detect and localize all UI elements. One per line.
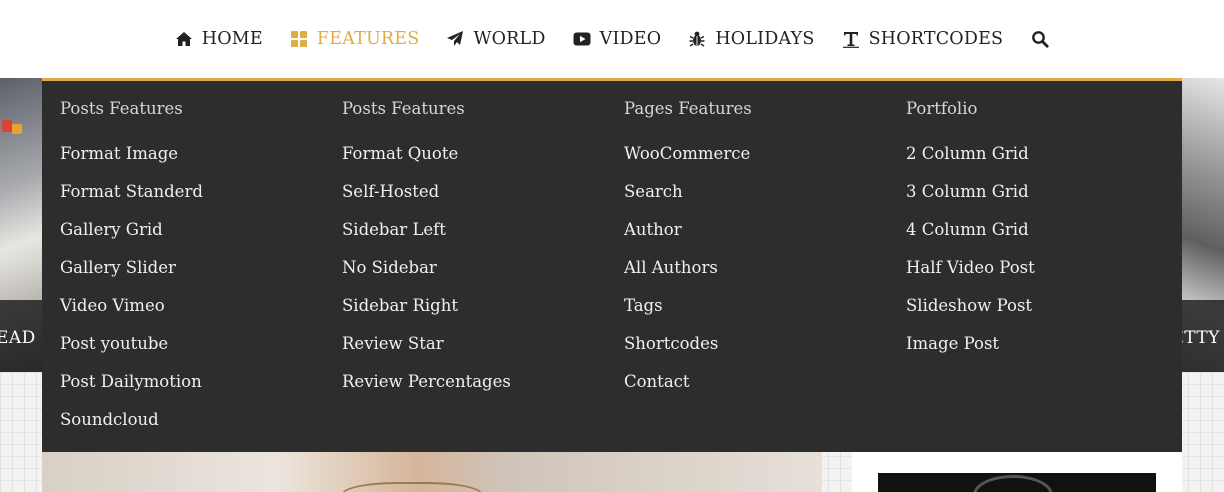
main-navigation: HOME FEATURES WORLD VIDEO HOLIDAYS SHORT…: [0, 0, 1224, 78]
megamenu-link[interactable]: Self-Hosted: [342, 181, 511, 219]
nav-item-home[interactable]: HOME: [175, 29, 263, 49]
nav-item-holidays[interactable]: HOLIDAYS: [688, 29, 814, 49]
megamenu-link[interactable]: Author: [624, 219, 750, 257]
megamenu-link[interactable]: Slideshow Post: [906, 295, 1035, 333]
nav-item-label: SHORTCODES: [868, 29, 1004, 49]
nav-item-video[interactable]: VIDEO: [573, 29, 662, 49]
megamenu-link[interactable]: Sidebar Left: [342, 219, 511, 257]
megamenu-link[interactable]: Post Dailymotion: [60, 371, 203, 409]
megamenu-link[interactable]: 2 Column Grid: [906, 143, 1035, 181]
search-button[interactable]: [1031, 30, 1049, 48]
megamenu-column-title: Posts Features: [60, 99, 183, 118]
sidebar-image[interactable]: [878, 473, 1156, 492]
megamenu-link[interactable]: Format Image: [60, 143, 203, 181]
grid-icon: [290, 30, 308, 48]
megamenu-link[interactable]: Search: [624, 181, 750, 219]
megamenu-link[interactable]: No Sidebar: [342, 257, 511, 295]
megamenu-link[interactable]: Gallery Slider: [60, 257, 203, 295]
megamenu-link[interactable]: WooCommerce: [624, 143, 750, 181]
megamenu-link[interactable]: Review Star: [342, 333, 511, 371]
megamenu-link[interactable]: 3 Column Grid: [906, 181, 1035, 219]
megamenu-link[interactable]: Video Vimeo: [60, 295, 203, 333]
megamenu-link[interactable]: Shortcodes: [624, 333, 750, 371]
nav-item-label: FEATURES: [316, 29, 420, 49]
nav-item-label: HOLIDAYS: [715, 29, 815, 49]
megamenu-link[interactable]: Contact: [624, 371, 750, 409]
nav-item-label: HOME: [201, 29, 263, 49]
paper-plane-icon: [446, 30, 464, 48]
megamenu-link[interactable]: Sidebar Right: [342, 295, 511, 333]
nav-item-shortcodes[interactable]: SHORTCODES: [842, 29, 1004, 49]
megamenu-link[interactable]: Image Post: [906, 333, 1035, 371]
megamenu-column-title: Portfolio: [906, 99, 978, 118]
post-featured-image[interactable]: [42, 452, 822, 492]
nav-item-features[interactable]: FEATURES: [290, 29, 420, 49]
text-t-icon: [842, 30, 860, 48]
megamenu-link[interactable]: 4 Column Grid: [906, 219, 1035, 257]
megamenu-link-list: 2 Column Grid 3 Column Grid 4 Column Gri…: [906, 143, 1035, 371]
nav-item-label: WORLD: [473, 29, 546, 49]
nav-list: HOME FEATURES WORLD VIDEO HOLIDAYS SHORT…: [175, 29, 1049, 49]
megamenu-link-list: Format Image Format Standerd Gallery Gri…: [60, 143, 203, 447]
megamenu-link[interactable]: Post youtube: [60, 333, 203, 371]
megamenu-link[interactable]: Format Standerd: [60, 181, 203, 219]
megamenu-link[interactable]: Soundcloud: [60, 409, 203, 447]
megamenu-link[interactable]: Tags: [624, 295, 750, 333]
megamenu-column-title: Pages Features: [624, 99, 752, 118]
megamenu-link-list: WooCommerce Search Author All Authors Ta…: [624, 143, 750, 409]
megamenu-column-title: Posts Features: [342, 99, 465, 118]
megamenu-link[interactable]: Review Percentages: [342, 371, 511, 409]
search-icon: [1031, 30, 1049, 48]
megamenu-link[interactable]: All Authors: [624, 257, 750, 295]
megamenu-link[interactable]: Half Video Post: [906, 257, 1035, 295]
features-mega-menu: Posts Features Format Image Format Stand…: [42, 78, 1182, 452]
bug-icon: [688, 30, 706, 48]
megamenu-link-list: Format Quote Self-Hosted Sidebar Left No…: [342, 143, 511, 409]
youtube-play-icon: [573, 30, 591, 48]
home-icon: [175, 30, 193, 48]
megamenu-link[interactable]: Gallery Grid: [60, 219, 203, 257]
megamenu-link[interactable]: Format Quote: [342, 143, 511, 181]
nav-item-label: VIDEO: [599, 29, 662, 49]
nav-item-world[interactable]: WORLD: [446, 29, 545, 49]
